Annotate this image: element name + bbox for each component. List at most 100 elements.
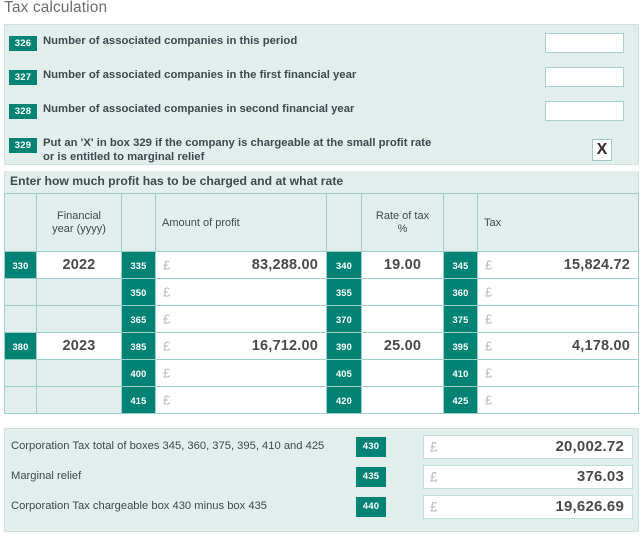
box-label: 355 xyxy=(335,288,353,298)
box-label: 425 xyxy=(452,396,469,406)
box-number-410: 410 xyxy=(443,359,478,387)
amount-of-profit-input-400[interactable]: £ xyxy=(155,359,327,387)
rate-of-tax-input-355[interactable] xyxy=(361,278,444,306)
box-number-370: 370 xyxy=(326,305,362,333)
summary-row: Corporation Tax total of boxes 345, 360,… xyxy=(5,435,638,464)
currency-symbol: £ xyxy=(485,311,493,327)
profit-table-header-row: Financial year (yyyy) Amount of profit R… xyxy=(4,193,639,252)
rate-of-tax-input-370[interactable] xyxy=(361,305,444,333)
corporation-tax-total-value: 20,002.72 xyxy=(555,438,624,455)
box-label: 390 xyxy=(335,342,353,352)
box-number-415: 415 xyxy=(121,386,156,414)
amount-of-profit-input-365[interactable]: £ xyxy=(155,305,327,333)
box-label: 415 xyxy=(130,396,147,406)
tax-value: 15,824.72 xyxy=(563,257,630,273)
currency-symbol: £ xyxy=(430,469,438,485)
rate-of-tax-value: 19.00 xyxy=(383,257,422,273)
currency-symbol: £ xyxy=(163,338,171,354)
rate-of-tax-input-420[interactable] xyxy=(361,386,444,414)
marginal-relief-value: 376.03 xyxy=(576,468,624,485)
associated-companies-row: 326 Number of associated companies in th… xyxy=(5,30,638,64)
box-number-340: 340 xyxy=(326,251,362,279)
rate-of-tax-input-340[interactable]: 19.00 xyxy=(361,251,444,279)
currency-symbol: £ xyxy=(485,365,493,381)
box-number-420: 420 xyxy=(326,386,362,414)
table-row: 415 £ 420 425 £ xyxy=(4,386,639,414)
tax-input-410[interactable]: £ xyxy=(477,359,639,387)
table-row: 400 £ 405 410 £ xyxy=(4,359,639,387)
small-profit-rate-label: Put an 'X' in box 329 if the company is … xyxy=(43,137,432,163)
box-number-329: 329 xyxy=(9,138,37,153)
box-label: 335 xyxy=(130,261,147,271)
summary-row: Corporation Tax chargeable box 430 minus… xyxy=(5,495,638,524)
box-label: 385 xyxy=(130,342,147,352)
profit-table-instruction: Enter how much profit has to be charged … xyxy=(4,171,639,193)
small-profit-rate-checkbox-329[interactable]: X xyxy=(592,139,612,161)
box-label: 360 xyxy=(452,288,469,298)
box-label: 405 xyxy=(335,369,353,379)
box-number-blank xyxy=(4,278,37,306)
header-blank-left xyxy=(4,193,37,252)
box-label: 340 xyxy=(335,261,353,271)
box-number-328: 328 xyxy=(9,104,37,119)
header-tax: Tax xyxy=(477,193,639,252)
associated-companies-row: 327 Number of associated companies in th… xyxy=(5,64,638,98)
financial-year-value: 2023 xyxy=(62,338,96,354)
marginal-relief-input-435[interactable]: £ 376.03 xyxy=(423,465,633,489)
amount-of-profit-input-350[interactable]: £ xyxy=(155,278,327,306)
amount-of-profit-input-415[interactable]: £ xyxy=(155,386,327,414)
rate-of-tax-input-405[interactable] xyxy=(361,359,444,387)
amount-of-profit-input-335[interactable]: £ 83,288.00 xyxy=(155,251,327,279)
header-amount-of-profit: Amount of profit xyxy=(155,193,327,252)
table-row: 365 £ 370 375 £ xyxy=(4,305,639,333)
associated-companies-label-327: Number of associated companies in the fi… xyxy=(43,69,357,81)
box-number-327: 327 xyxy=(9,70,37,85)
tax-input-375[interactable]: £ xyxy=(477,305,639,333)
table-row: 330 2022 335 £ 83,288.00 340 19.00 345 £… xyxy=(4,251,639,279)
financial-year-blank xyxy=(36,386,122,414)
box-number-360: 360 xyxy=(443,278,478,306)
header-blank-2 xyxy=(121,193,156,252)
tax-value: 4,178.00 xyxy=(571,338,630,354)
box-number-350: 350 xyxy=(121,278,156,306)
currency-symbol: £ xyxy=(163,311,171,327)
financial-year-blank xyxy=(36,359,122,387)
rate-of-tax-value: 25.00 xyxy=(383,338,422,354)
associated-companies-input-328[interactable] xyxy=(545,101,624,121)
box-label: 365 xyxy=(130,315,147,325)
summary-row: Marginal relief 435 £ 376.03 xyxy=(5,465,638,494)
associated-companies-row: 328 Number of associated companies in se… xyxy=(5,98,638,132)
tax-input-425[interactable]: £ xyxy=(477,386,639,414)
box-number-395: 395 xyxy=(443,332,478,360)
box-label: 330 xyxy=(12,261,29,271)
associated-companies-input-327[interactable] xyxy=(545,67,624,87)
page-title: Tax calculation xyxy=(4,0,108,16)
rate-of-tax-input-390[interactable]: 25.00 xyxy=(361,332,444,360)
amount-of-profit-value: 83,288.00 xyxy=(251,257,318,273)
box-number-355: 355 xyxy=(326,278,362,306)
financial-year-input-330[interactable]: 2022 xyxy=(36,251,122,279)
box-number-440: 440 xyxy=(356,497,386,517)
amount-of-profit-input-385[interactable]: £ 16,712.00 xyxy=(155,332,327,360)
currency-symbol: £ xyxy=(163,284,171,300)
associated-companies-input-326[interactable] xyxy=(545,33,624,53)
box-number-blank xyxy=(4,359,37,387)
tax-input-395[interactable]: £ 4,178.00 xyxy=(477,332,639,360)
tax-input-345[interactable]: £ 15,824.72 xyxy=(477,251,639,279)
currency-symbol: £ xyxy=(485,284,493,300)
small-profit-rate-row: 329 Put an 'X' in box 329 if the company… xyxy=(5,132,638,166)
tax-input-360[interactable]: £ xyxy=(477,278,639,306)
corporation-tax-total-input-430[interactable]: £ 20,002.72 xyxy=(423,435,633,459)
financial-year-input-380[interactable]: 2023 xyxy=(36,332,122,360)
box-label: 370 xyxy=(335,315,353,325)
currency-symbol: £ xyxy=(163,365,171,381)
box-number-390: 390 xyxy=(326,332,362,360)
box-number-375: 375 xyxy=(443,305,478,333)
summary-label-435: Marginal relief xyxy=(11,470,82,482)
amount-of-profit-value: 16,712.00 xyxy=(251,338,318,354)
corporation-tax-chargeable-input-440[interactable]: £ 19,626.69 xyxy=(423,495,633,519)
box-label: 350 xyxy=(130,288,147,298)
box-number-400: 400 xyxy=(121,359,156,387)
header-rate-of-tax: Rate of tax % xyxy=(361,193,444,252)
box-label: 410 xyxy=(452,369,469,379)
